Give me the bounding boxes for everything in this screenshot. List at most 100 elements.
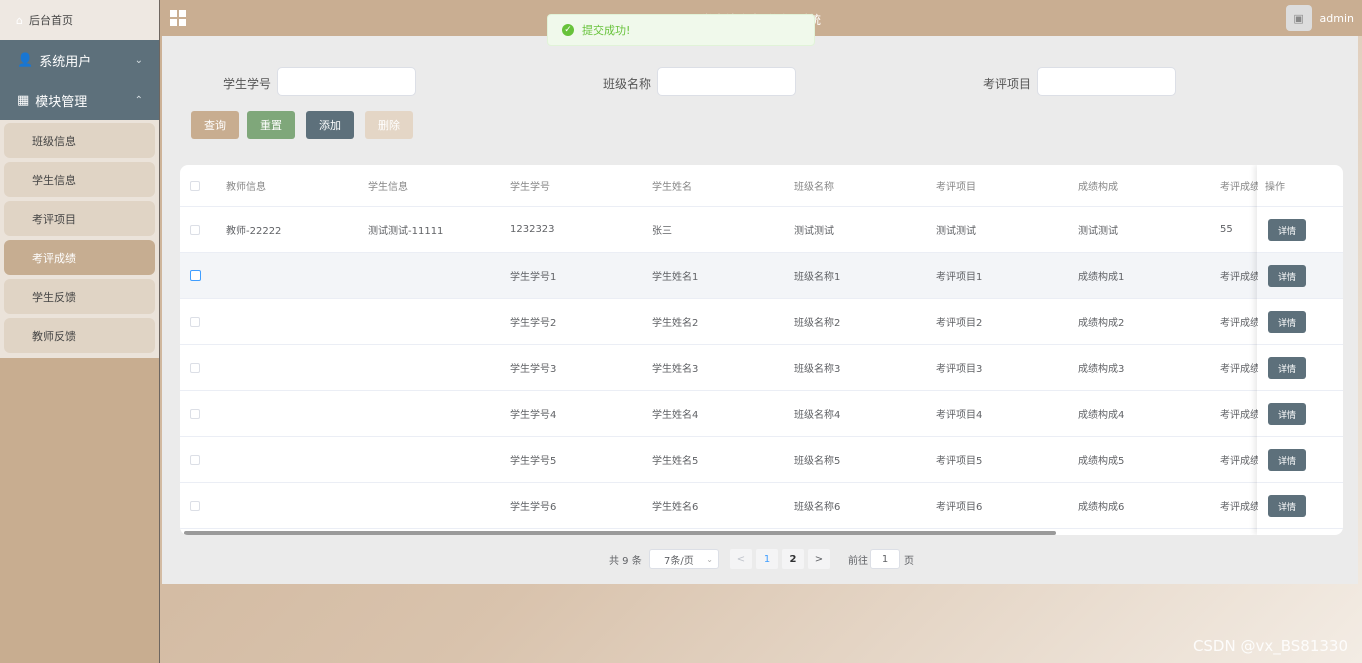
goto-label: 前往 xyxy=(848,555,868,567)
username: admin xyxy=(1319,11,1354,25)
select-all-checkbox[interactable] xyxy=(190,181,200,191)
sidebar-item-label: 考评成绩 xyxy=(32,251,76,265)
row-checkbox[interactable] xyxy=(190,455,200,465)
horizontal-scrollbar[interactable] xyxy=(184,531,1056,535)
menu-group-label: 系统用户 xyxy=(39,54,92,70)
sidebar-item-eval-project[interactable]: 考评项目 xyxy=(4,201,155,236)
column-header[interactable]: 考评成绩 xyxy=(1220,165,1258,206)
chevron-up-icon: ⌃ xyxy=(134,94,143,106)
page-size-select[interactable]: 7条/页 ⌄ xyxy=(649,549,719,569)
table-row[interactable]: 学生学号3 学生姓名3 班级名称3 考评项目3 成绩构成3 考评成绩3 详情 xyxy=(180,345,1343,391)
detail-button[interactable]: 详情 xyxy=(1268,495,1306,517)
table-row[interactable]: 学生学号5 学生姓名5 班级名称5 考评项目5 成绩构成5 考评成绩5 详情 xyxy=(180,437,1343,483)
table-cell: 1232323 xyxy=(510,224,555,235)
detail-button[interactable]: 详情 xyxy=(1268,265,1306,287)
row-checkbox[interactable] xyxy=(190,363,200,373)
menu-group-modules[interactable]: ▦ 模块管理 ⌃ xyxy=(0,80,159,120)
table-row[interactable]: 学生学号2 学生姓名2 班级名称2 考评项目2 成绩构成2 考评成绩2 详情 xyxy=(180,299,1343,345)
detail-button[interactable]: 详情 xyxy=(1268,449,1306,471)
menu-group-label: 模块管理 xyxy=(35,94,88,110)
sidebar-item-class-info[interactable]: 班级信息 xyxy=(4,123,155,158)
row-checkbox[interactable] xyxy=(190,317,200,327)
sidebar-home[interactable]: ⌂ 后台首页 xyxy=(0,0,159,40)
page-size-value: 7条/页 xyxy=(664,555,694,567)
goto-page-input[interactable]: 1 xyxy=(870,549,900,569)
search-input-student-id[interactable] xyxy=(277,67,416,96)
table-cell: 考评项目1 xyxy=(936,272,983,283)
menu-group-system-users[interactable]: 👤 系统用户 ⌄ xyxy=(0,40,159,80)
delete-button[interactable]: 删除 xyxy=(365,111,413,139)
column-header[interactable]: 学生信息 xyxy=(368,165,408,206)
search-input-eval-project[interactable] xyxy=(1037,67,1176,96)
row-checkbox[interactable] xyxy=(190,501,200,511)
data-table: 教师信息 学生信息 学生学号 学生姓名 班级名称 考评项目 成绩构成 考评成绩 … xyxy=(180,165,1343,535)
table-cell: 55 xyxy=(1220,224,1233,235)
search-form: 学生学号 班级名称 考评项目 xyxy=(162,67,1358,97)
table-cell: 考评项目2 xyxy=(936,318,983,329)
user-menu[interactable]: ▣ admin xyxy=(1285,5,1354,31)
table-cell: 学生姓名2 xyxy=(652,318,699,329)
chevron-down-icon: ⌄ xyxy=(134,54,143,66)
grid-icon: ▦ xyxy=(17,92,30,108)
column-header: 操作 xyxy=(1265,182,1285,193)
page-2-button[interactable]: 2 xyxy=(782,549,804,569)
watermark: CSDN @vx_BS81330 xyxy=(1192,637,1348,655)
table-cell: 考评成绩3 xyxy=(1220,364,1258,375)
sidebar-item-student-feedback[interactable]: 学生反馈 xyxy=(4,279,155,314)
column-header[interactable]: 教师信息 xyxy=(226,165,266,206)
table-row[interactable]: 学生学号6 学生姓名6 班级名称6 考评项目6 成绩构成6 考评成绩6 详情 xyxy=(180,483,1343,529)
column-header[interactable]: 成绩构成 xyxy=(1078,165,1118,206)
detail-button[interactable]: 详情 xyxy=(1268,403,1306,425)
column-header[interactable]: 学生姓名 xyxy=(652,165,692,206)
user-icon: 👤 xyxy=(17,52,34,68)
table-cell: 班级名称4 xyxy=(794,410,841,421)
avatar[interactable]: ▣ xyxy=(1285,5,1312,31)
home-icon: ⌂ xyxy=(16,13,23,27)
table-cell: 成绩构成6 xyxy=(1078,502,1125,513)
detail-button[interactable]: 详情 xyxy=(1268,357,1306,379)
search-label-class-name: 班级名称 xyxy=(603,77,652,91)
column-header[interactable]: 学生学号 xyxy=(510,165,550,206)
table-cell: 成绩构成2 xyxy=(1078,318,1125,329)
column-header[interactable]: 班级名称 xyxy=(794,165,834,206)
sidebar-item-student-info[interactable]: 学生信息 xyxy=(4,162,155,197)
table-cell: 学生学号6 xyxy=(510,502,557,513)
search-input-class-name[interactable] xyxy=(657,67,796,96)
detail-button[interactable]: 详情 xyxy=(1268,311,1306,333)
page-suffix: 页 xyxy=(904,555,914,567)
table-cell: 学生姓名6 xyxy=(652,502,699,513)
table-cell: 班级名称2 xyxy=(794,318,841,329)
table-cell: 考评项目3 xyxy=(936,364,983,375)
detail-button[interactable]: 详情 xyxy=(1268,219,1306,241)
table-row[interactable]: 学生学号4 学生姓名4 班级名称4 考评项目4 成绩构成4 考评成绩4 详情 xyxy=(180,391,1343,437)
table-row[interactable]: 教师-22222 测试测试-11111 1232323 张三 测试测试 测试测试 测试测试 5… xyxy=(180,207,1343,253)
table-header-row: 教师信息 学生信息 学生学号 学生姓名 班级名称 考评项目 成绩构成 考评成绩 … xyxy=(180,165,1343,207)
table-cell: 学生学号4 xyxy=(510,410,557,421)
sidebar-item-teacher-feedback[interactable]: 教师反馈 xyxy=(4,318,155,353)
sidebar-item-label: 教师反馈 xyxy=(32,329,76,343)
table-cell: 考评成绩2 xyxy=(1220,318,1258,329)
table-cell: 测试测试 xyxy=(1078,226,1118,237)
sidebar-item-eval-score[interactable]: 考评成绩 xyxy=(4,240,155,275)
row-checkbox[interactable] xyxy=(190,225,200,235)
table-cell: 学生姓名1 xyxy=(652,272,699,283)
sidebar: ⌂ 后台首页 👤 系统用户 ⌄ ▦ 模块管理 ⌃ 班级信息 学生信息 考评项目 … xyxy=(0,0,160,663)
table-row[interactable]: 学生学号1 学生姓名1 班级名称1 考评项目1 成绩构成1 考评成绩1 详情 xyxy=(180,253,1343,299)
search-label-student-id: 学生学号 xyxy=(223,77,272,91)
reset-button[interactable]: 重置 xyxy=(247,111,295,139)
column-header[interactable]: 考评项目 xyxy=(936,165,976,206)
table-cell: 测试测试 xyxy=(794,226,834,237)
row-checkbox[interactable] xyxy=(190,270,201,281)
query-button[interactable]: 查询 xyxy=(191,111,239,139)
table-cell: 考评成绩4 xyxy=(1220,410,1258,421)
table-cell: 考评成绩6 xyxy=(1220,502,1258,513)
next-page-button[interactable]: > xyxy=(808,549,830,569)
row-checkbox[interactable] xyxy=(190,409,200,419)
add-button[interactable]: 添加 xyxy=(306,111,354,139)
table-cell: 成绩构成3 xyxy=(1078,364,1125,375)
table-cell: 学生学号1 xyxy=(510,272,557,283)
prev-page-button[interactable]: < xyxy=(730,549,752,569)
table-cell: 张三 xyxy=(652,226,672,237)
page-1-button[interactable]: 1 xyxy=(756,549,778,569)
table-cell: 成绩构成4 xyxy=(1078,410,1125,421)
